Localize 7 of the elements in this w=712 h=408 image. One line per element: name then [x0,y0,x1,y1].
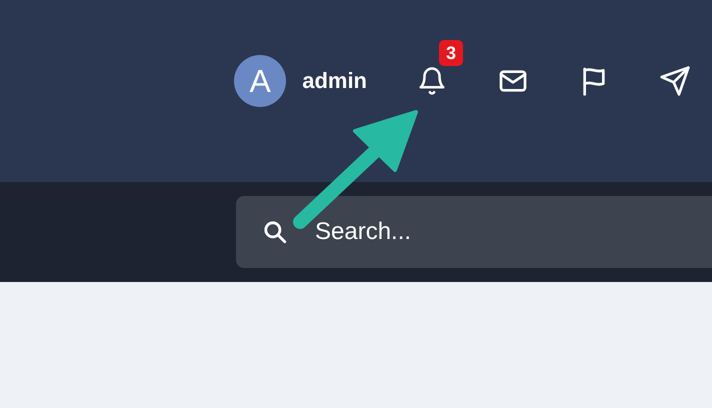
search-field[interactable]: Search... [236,196,712,268]
user-avatar[interactable]: A [234,55,286,107]
notification-count: 3 [439,40,464,66]
bell-icon [417,66,447,96]
send-icon [659,65,691,97]
search-icon [262,219,288,245]
user-name[interactable]: admin [302,55,367,107]
